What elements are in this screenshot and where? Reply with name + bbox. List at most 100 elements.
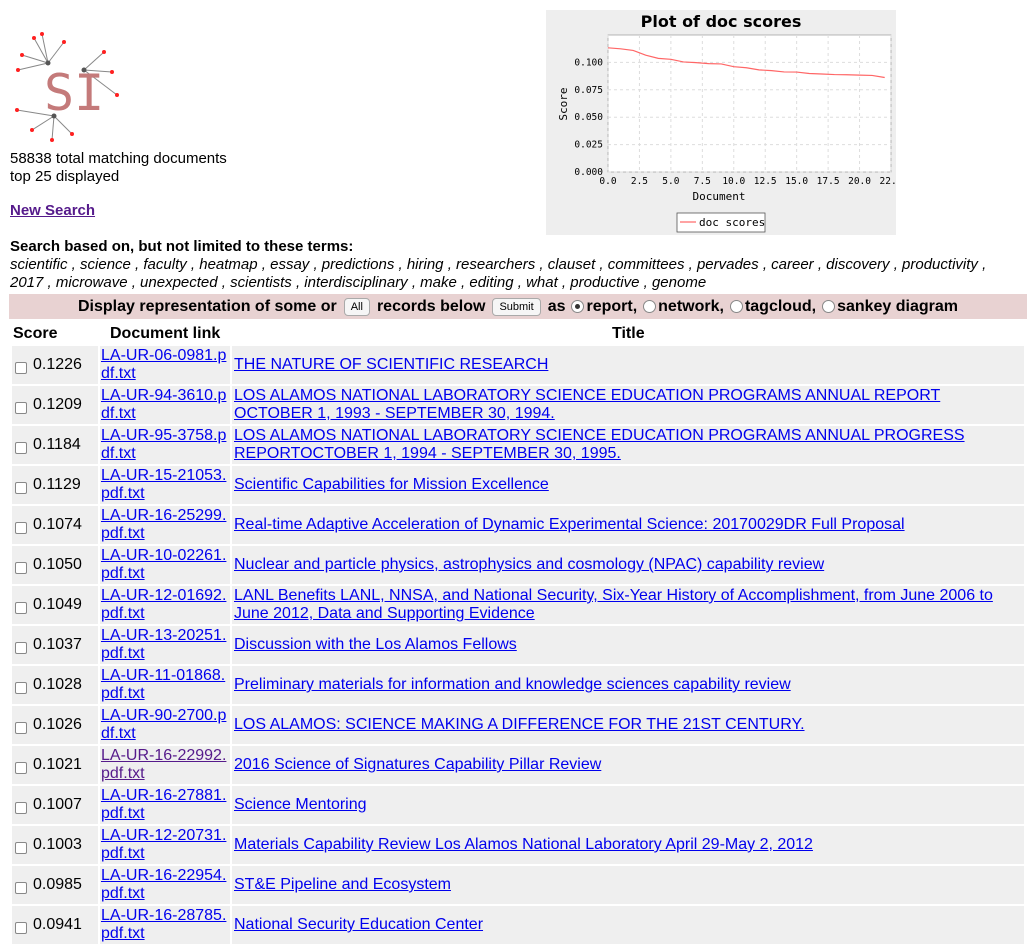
row-checkbox[interactable] bbox=[15, 682, 27, 694]
doc-cell: LA-UR-06-0981.pdf.txt bbox=[100, 346, 230, 384]
all-button[interactable]: All bbox=[343, 297, 370, 316]
score-cell: 0.1003 bbox=[12, 826, 98, 864]
results-summary: 58838 total matching documents top 25 di… bbox=[10, 150, 227, 186]
title-link[interactable]: Scientific Capabilities for Mission Exce… bbox=[234, 476, 1014, 494]
row-checkbox[interactable] bbox=[15, 562, 27, 574]
document-link[interactable]: LA-UR-06-0981.pdf.txt bbox=[101, 347, 229, 383]
score-value: 0.1209 bbox=[33, 396, 82, 413]
document-link[interactable]: LA-UR-15-21053.pdf.txt bbox=[101, 467, 229, 503]
score-value: 0.0985 bbox=[33, 876, 82, 893]
table-row: 0.1184 LA-UR-95-3758.pdf.txt LOS ALAMOS NA… bbox=[12, 426, 1024, 464]
document-link[interactable]: LA-UR-16-28785.pdf.txt bbox=[101, 907, 229, 943]
title-link[interactable]: Materials Capability Review Los Alamos N… bbox=[234, 836, 1014, 854]
title-link[interactable]: Preliminary materials for information an… bbox=[234, 676, 1014, 694]
doc-cell: LA-UR-10-02261.pdf.txt bbox=[100, 546, 230, 584]
radio-sankey[interactable] bbox=[822, 300, 836, 313]
score-value: 0.1184 bbox=[33, 436, 81, 453]
score-cell: 0.1007 bbox=[12, 786, 98, 824]
doc-cell: LA-UR-12-01692.pdf.txt bbox=[100, 586, 230, 624]
total-count: 58838 total matching documents bbox=[10, 150, 227, 167]
doc-cell: LA-UR-94-3610.pdf.txt bbox=[100, 386, 230, 424]
row-checkbox[interactable] bbox=[15, 362, 27, 374]
row-checkbox[interactable] bbox=[15, 842, 27, 854]
document-link[interactable]: LA-UR-90-2700.pdf.txt bbox=[101, 707, 229, 743]
title-cell: Real-time Adaptive Acceleration of Dynam… bbox=[232, 506, 1024, 544]
title-cell: National Security Education Center bbox=[232, 906, 1024, 944]
title-link[interactable]: LOS ALAMOS NATIONAL LABORATORY SCIENCE E… bbox=[234, 427, 1014, 463]
x-tick-label: 12.5 bbox=[754, 176, 777, 187]
title-link[interactable]: THE NATURE OF SCIENTIFIC RESEARCH bbox=[234, 356, 1014, 374]
score-cell: 0.0941 bbox=[12, 906, 98, 944]
document-link[interactable]: LA-UR-16-22992.pdf.txt bbox=[101, 747, 229, 783]
x-tick-label: 5.0 bbox=[662, 176, 679, 187]
document-link[interactable]: LA-UR-95-3758.pdf.txt bbox=[101, 427, 229, 463]
score-cell: 0.1129 bbox=[12, 466, 98, 504]
doc-cell: LA-UR-16-28785.pdf.txt bbox=[100, 906, 230, 944]
table-row: 0.1226 LA-UR-06-0981.pdf.txt THE NATURE OF… bbox=[12, 346, 1024, 384]
table-row: 0.1037 LA-UR-13-20251.pdf.txt Discussion w… bbox=[12, 626, 1024, 664]
score-value: 0.1021 bbox=[33, 756, 82, 773]
document-link[interactable]: LA-UR-94-3610.pdf.txt bbox=[101, 387, 229, 423]
title-link[interactable]: Nuclear and particle physics, astrophysi… bbox=[234, 556, 1014, 574]
title-link[interactable]: ST&E Pipeline and Ecosystem bbox=[234, 876, 1014, 894]
score-value: 0.1050 bbox=[33, 556, 82, 573]
row-checkbox[interactable] bbox=[15, 802, 27, 814]
row-checkbox[interactable] bbox=[15, 722, 27, 734]
title-cell: Nuclear and particle physics, astrophysi… bbox=[232, 546, 1024, 584]
row-checkbox[interactable] bbox=[15, 882, 27, 894]
title-cell: Science Mentoring bbox=[232, 786, 1024, 824]
document-link[interactable]: LA-UR-16-27881.pdf.txt bbox=[101, 787, 229, 823]
row-checkbox[interactable] bbox=[15, 442, 27, 454]
option-network-label: network, bbox=[658, 297, 724, 315]
title-link[interactable]: Discussion with the Los Alamos Fellows bbox=[234, 636, 1014, 654]
doc-cell: LA-UR-11-01868.pdf.txt bbox=[100, 666, 230, 704]
title-link[interactable]: Science Mentoring bbox=[234, 796, 1014, 814]
doc-cell: LA-UR-15-21053.pdf.txt bbox=[100, 466, 230, 504]
row-checkbox[interactable] bbox=[15, 522, 27, 534]
document-link[interactable]: LA-UR-12-01692.pdf.txt bbox=[101, 587, 229, 623]
row-checkbox[interactable] bbox=[15, 402, 27, 414]
new-search-link[interactable]: New Search bbox=[10, 202, 95, 219]
doc-cell: LA-UR-13-20251.pdf.txt bbox=[100, 626, 230, 664]
title-link[interactable]: LANL Benefits LANL, NNSA, and National S… bbox=[234, 587, 1014, 623]
row-checkbox[interactable] bbox=[15, 482, 27, 494]
y-tick-label: 0.050 bbox=[574, 112, 603, 123]
doc-scores-chart: Plot of doc scores 0.0 2.5 5.0 7.5 10.0 12.5 1… bbox=[546, 10, 902, 235]
document-link[interactable]: LA-UR-13-20251.pdf.txt bbox=[101, 627, 229, 663]
document-link[interactable]: LA-UR-10-02261.pdf.txt bbox=[101, 547, 229, 583]
score-value: 0.1049 bbox=[33, 596, 82, 613]
radio-tagcloud[interactable] bbox=[729, 300, 743, 313]
score-cell: 0.1209 bbox=[12, 386, 98, 424]
display-representation-bar: Display representation of some or All re… bbox=[9, 294, 1027, 319]
document-link[interactable]: LA-UR-11-01868.pdf.txt bbox=[101, 667, 229, 703]
doc-cell: LA-UR-90-2700.pdf.txt bbox=[100, 706, 230, 744]
x-tick-label: 22.5 bbox=[880, 176, 896, 187]
score-cell: 0.1026 bbox=[12, 706, 98, 744]
si-logo: SI bbox=[12, 30, 124, 142]
title-link[interactable]: LOS ALAMOS: SCIENCE MAKING A DIFFERENCE … bbox=[234, 716, 1014, 734]
table-row: 0.1050 LA-UR-10-02261.pdf.txt Nuclear and … bbox=[12, 546, 1024, 584]
score-cell: 0.1037 bbox=[12, 626, 98, 664]
document-link[interactable]: LA-UR-12-20731.pdf.txt bbox=[101, 827, 229, 863]
document-link[interactable]: LA-UR-16-25299.pdf.txt bbox=[101, 507, 229, 543]
x-tick-label: 15.0 bbox=[785, 176, 808, 187]
x-tick-label: 7.5 bbox=[694, 176, 711, 187]
row-checkbox[interactable] bbox=[15, 762, 27, 774]
radio-network[interactable] bbox=[643, 300, 657, 313]
table-row: 0.1074 LA-UR-16-25299.pdf.txt Real-time Ad… bbox=[12, 506, 1024, 544]
title-cell: ST&E Pipeline and Ecosystem bbox=[232, 866, 1024, 904]
row-checkbox[interactable] bbox=[15, 602, 27, 614]
title-link[interactable]: Real-time Adaptive Acceleration of Dynam… bbox=[234, 516, 1014, 534]
doc-cell: LA-UR-12-20731.pdf.txt bbox=[100, 826, 230, 864]
doc-cell: LA-UR-16-22992.pdf.txt bbox=[100, 746, 230, 784]
doc-cell: LA-UR-16-22954.pdf.txt bbox=[100, 866, 230, 904]
table-row: 0.1129 LA-UR-15-21053.pdf.txt Scientific C… bbox=[12, 466, 1024, 504]
row-checkbox[interactable] bbox=[15, 642, 27, 654]
submit-button[interactable]: Submit bbox=[492, 297, 541, 316]
radio-report[interactable] bbox=[571, 300, 585, 313]
document-link[interactable]: LA-UR-16-22954.pdf.txt bbox=[101, 867, 229, 903]
title-link[interactable]: National Security Education Center bbox=[234, 916, 1014, 934]
title-link[interactable]: LOS ALAMOS NATIONAL LABORATORY SCIENCE E… bbox=[234, 387, 1014, 423]
row-checkbox[interactable] bbox=[15, 922, 27, 934]
title-link[interactable]: 2016 Science of Signatures Capability Pi… bbox=[234, 756, 1014, 774]
